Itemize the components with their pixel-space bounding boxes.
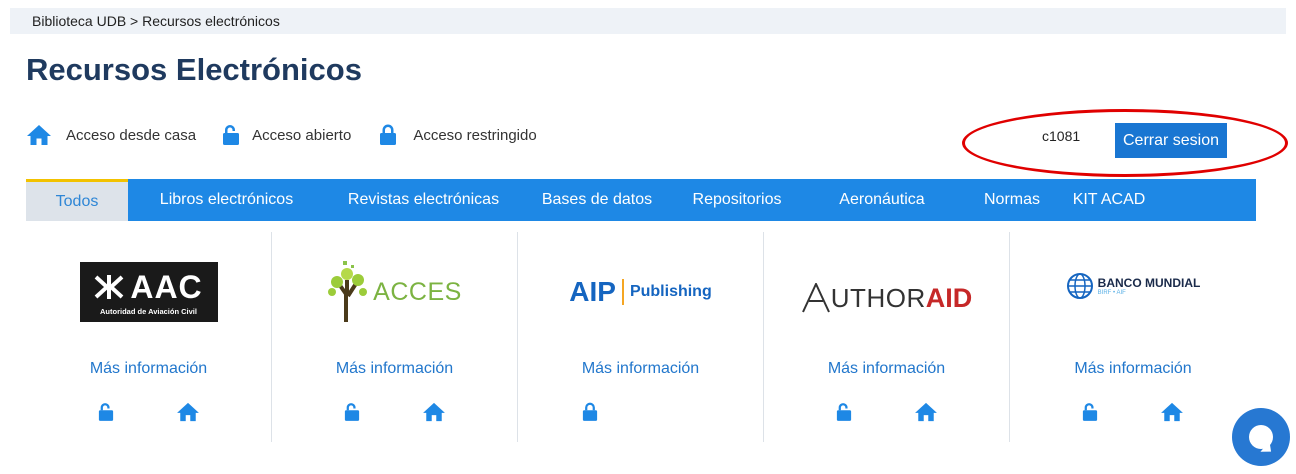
lock-icon — [582, 402, 598, 421]
aac-logo-subtitle: Autoridad de Aviación Civil — [100, 306, 197, 316]
tab-aeronautica[interactable]: Aeronáutica — [802, 179, 962, 221]
acces-logo[interactable]: ACCES — [272, 252, 517, 332]
lock-icon — [379, 124, 397, 146]
category-tabs: Todos Libros electrónicos Revistas elect… — [26, 179, 1256, 221]
legend-restricted-label: Acceso restringido — [413, 126, 537, 144]
banco-mundial-logo-text: BANCO MUNDIAL — [1097, 276, 1201, 290]
tree-icon — [328, 261, 368, 322]
home-icon — [914, 402, 937, 422]
access-legend: Acceso desde casa Acceso abierto Acceso … — [26, 124, 537, 146]
legend-restricted: Acceso restringido — [379, 124, 537, 146]
resource-grid: AAC Autoridad de Aviación Civil Más info… — [26, 232, 1256, 442]
more-info-link[interactable]: Más información — [26, 360, 271, 378]
more-info-link[interactable]: Más información — [518, 360, 763, 378]
resource-card-banco-mundial: BANCO MUNDIAL BIRF • AIF Más información — [1010, 232, 1256, 442]
home-icon — [1161, 402, 1183, 422]
tab-kit-acad[interactable]: KIT ACAD — [1062, 179, 1156, 221]
more-info-link[interactable]: Más información — [1010, 360, 1256, 378]
authoraid-logo[interactable]: UTHOR AID — [764, 258, 1009, 338]
tab-todos[interactable]: Todos — [26, 179, 128, 221]
authoraid-logo-accent: AID — [925, 282, 973, 313]
annotation-circle — [962, 109, 1288, 177]
legend-home: Acceso desde casa — [26, 124, 196, 146]
resource-card-acces: ACCES Más información — [272, 232, 518, 442]
resource-card-authoraid: UTHOR AID Más información — [764, 232, 1010, 442]
resource-card-aip: AIP Publishing Más información — [518, 232, 764, 442]
tab-revistas-electronicas[interactable]: Revistas electrónicas — [325, 179, 522, 221]
aip-logo[interactable]: AIP Publishing — [518, 252, 763, 332]
page-title: Recursos Electrónicos — [26, 52, 362, 87]
banco-mundial-logo[interactable]: BANCO MUNDIAL BIRF • AIF — [1010, 246, 1256, 326]
resource-card-aac: AAC Autoridad de Aviación Civil Más info… — [26, 232, 272, 442]
globe-icon — [1066, 273, 1093, 299]
chat-button[interactable] — [1232, 408, 1290, 466]
aac-logo-text: AAC — [130, 268, 203, 305]
tab-normas[interactable]: Normas — [962, 179, 1062, 221]
aip-logo-text: AIP — [569, 276, 616, 307]
home-icon — [176, 402, 199, 422]
more-info-link[interactable]: Más información — [272, 360, 517, 378]
legend-open-label: Acceso abierto — [252, 126, 352, 144]
chat-bubble-icon — [1249, 425, 1273, 449]
legend-home-label: Acceso desde casa — [66, 126, 197, 144]
banco-mundial-logo-subtitle: BIRF • AIF — [1097, 290, 1126, 296]
open-lock-icon — [98, 403, 113, 421]
open-lock-icon — [1082, 403, 1098, 421]
authoraid-a-glyph — [801, 283, 830, 313]
open-lock-icon — [344, 403, 359, 421]
aip-logo-subtitle: Publishing — [629, 283, 712, 300]
aac-logo[interactable]: AAC Autoridad de Aviación Civil — [26, 252, 271, 332]
open-lock-icon — [222, 124, 240, 146]
tab-libros-electronicos[interactable]: Libros electrónicos — [128, 179, 325, 221]
home-icon — [422, 402, 445, 422]
tab-bases-de-datos[interactable]: Bases de datos — [522, 179, 672, 221]
home-icon — [26, 124, 52, 146]
authoraid-logo-text: UTHOR — [830, 282, 926, 313]
aip-logo-divider — [621, 279, 624, 305]
open-lock-icon — [836, 403, 851, 421]
acces-logo-text: ACCES — [373, 277, 462, 306]
tab-repositorios[interactable]: Repositorios — [672, 179, 802, 221]
breadcrumb: Biblioteca UDB > Recursos electrónicos — [10, 8, 1286, 34]
legend-open: Acceso abierto — [222, 124, 351, 146]
more-info-link[interactable]: Más información — [764, 360, 1009, 378]
